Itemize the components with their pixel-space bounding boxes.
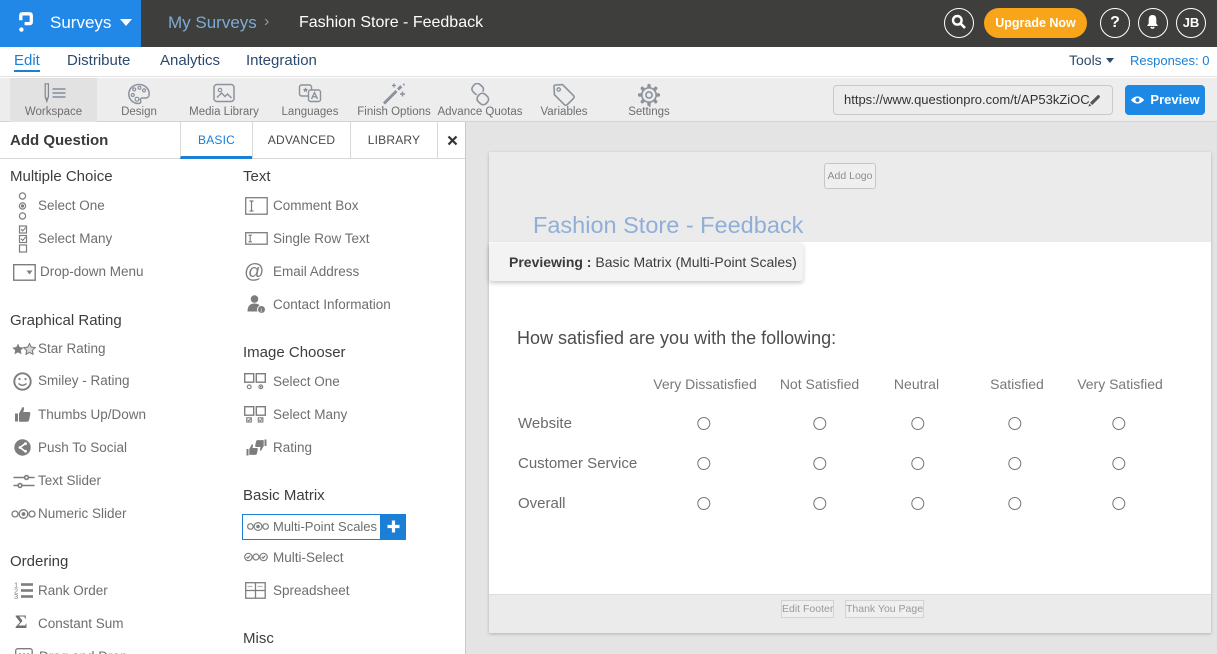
svg-text:3: 3 <box>14 592 18 599</box>
svg-text:i: i <box>260 307 262 314</box>
